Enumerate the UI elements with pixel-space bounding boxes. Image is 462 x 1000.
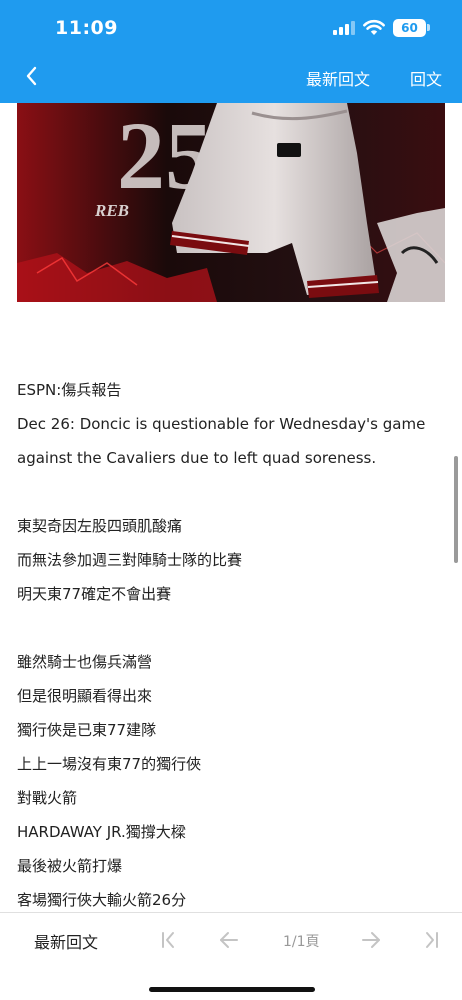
post-line: Dec 26: Doncic is questionable for Wedne… xyxy=(17,415,426,433)
last-page-icon[interactable] xyxy=(419,929,443,951)
latest-replies-button[interactable]: 最新回文 xyxy=(306,66,370,90)
post-image-graphic: 25 REB xyxy=(17,103,445,302)
post-line: ESPN:傷兵報告 xyxy=(17,381,122,399)
hero-subtext: REB xyxy=(94,201,129,220)
post-line: 雖然騎士也傷兵滿營 xyxy=(17,653,153,671)
home-indicator[interactable] xyxy=(149,987,315,992)
prev-page-icon[interactable] xyxy=(217,929,241,951)
scrollbar[interactable] xyxy=(454,456,458,563)
post-line: 但是很明顯看得出來 xyxy=(17,687,153,705)
post-line: 東契奇因左股四頭肌酸痛 xyxy=(17,517,183,535)
bottom-latest-replies-button[interactable]: 最新回文 xyxy=(34,929,98,953)
back-chevron-icon[interactable] xyxy=(20,64,44,88)
battery-icon: 60 xyxy=(393,19,426,37)
post-line: HARDAWAY JR.獨撐大樑 xyxy=(17,823,186,841)
first-page-icon[interactable] xyxy=(157,929,181,951)
reply-button[interactable]: 回文 xyxy=(410,66,442,90)
post-line: 而無法參加週三對陣騎士隊的比賽 xyxy=(17,551,243,569)
post-image[interactable]: 25 REB xyxy=(17,103,445,302)
post-line: 上上一場沒有東77的獨行俠 xyxy=(17,755,202,773)
bottom-toolbar: 最新回文 1/1頁 xyxy=(0,912,462,1000)
post-line: 最後被火箭打爆 xyxy=(17,857,123,875)
cellular-signal-icon xyxy=(333,21,355,35)
nav-bar: 最新回文 回文 xyxy=(0,56,462,100)
post-line: 獨行俠是已東77建隊 xyxy=(17,721,157,739)
page-indicator: 1/1頁 xyxy=(283,934,320,950)
post-line: 明天東77確定不會出賽 xyxy=(17,585,172,603)
post-line: against the Cavaliers due to left quad s… xyxy=(17,449,377,467)
post-body: ESPN:傷兵報告 Dec 26: Doncic is questionable… xyxy=(17,373,449,917)
battery-tip xyxy=(427,24,430,31)
wifi-icon xyxy=(363,19,385,35)
post-line: 對戰火箭 xyxy=(17,789,78,807)
top-bar: 11:09 60 最新回文 回文 xyxy=(0,0,462,103)
status-time: 11:09 xyxy=(55,17,118,39)
next-page-icon[interactable] xyxy=(359,929,383,951)
status-bar: 11:09 60 xyxy=(0,0,462,56)
